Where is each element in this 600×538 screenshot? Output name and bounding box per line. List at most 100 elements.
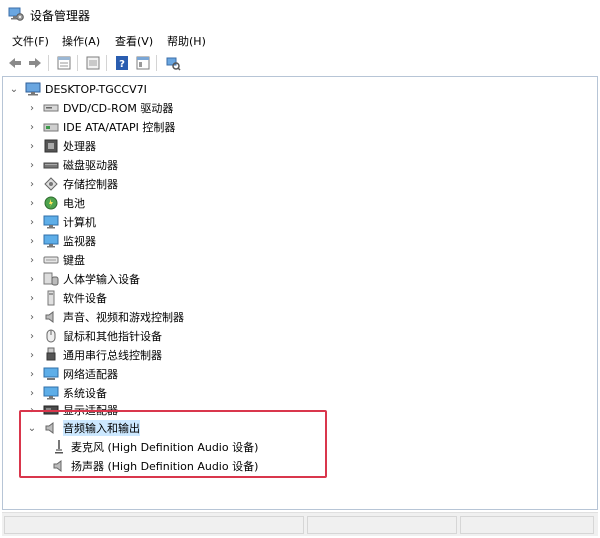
- tree-item-label: 网络适配器: [63, 368, 118, 381]
- software-device-icon: [43, 290, 59, 306]
- status-bar: [2, 512, 598, 536]
- view-icon[interactable]: [134, 54, 152, 72]
- expand-chevron-icon[interactable]: ›: [25, 120, 39, 134]
- svg-text:?: ?: [119, 59, 125, 70]
- status-segment: [4, 516, 304, 534]
- tree-item-label: 计算机: [63, 216, 96, 229]
- tree-item-network[interactable]: › 网络适配器: [25, 365, 118, 383]
- expand-chevron-icon[interactable]: ›: [25, 139, 39, 153]
- help-icon[interactable]: ?: [113, 54, 131, 72]
- usb-icon: [43, 347, 59, 363]
- tree-item-label: 软件设备: [63, 292, 107, 305]
- monitor-icon: [43, 214, 59, 230]
- menu-help[interactable]: 帮助(H): [165, 32, 208, 50]
- hid-icon: [43, 271, 59, 287]
- expand-chevron-icon[interactable]: ›: [25, 177, 39, 191]
- tree-item-disk[interactable]: › 磁盘驱动器: [25, 156, 118, 174]
- tree-item-label: 显示适配器: [63, 404, 118, 417]
- tree-item-usb[interactable]: › 通用串行总线控制器: [25, 346, 162, 364]
- tree-item-label: 扬声器 (High Definition Audio 设备): [71, 460, 259, 473]
- menu-bar: 文件(F) 操作(A) 查看(V) 帮助(H): [0, 30, 600, 50]
- disk-drive-icon: [43, 157, 59, 173]
- tree-item-label: 通用串行总线控制器: [63, 349, 162, 362]
- display-adapter-icon: [43, 402, 59, 418]
- tree-item-label: DVD/CD-ROM 驱动器: [63, 102, 174, 115]
- toolbar-separator: [77, 55, 78, 71]
- battery-icon: [43, 195, 59, 211]
- tree-item-monitor[interactable]: › 监视器: [25, 232, 96, 250]
- storage-controller-icon: [43, 176, 59, 192]
- expand-chevron-icon[interactable]: ›: [25, 386, 39, 400]
- expand-chevron-icon[interactable]: ›: [25, 234, 39, 248]
- properties-icon[interactable]: [55, 54, 73, 72]
- monitor-icon: [43, 233, 59, 249]
- network-adapter-icon: [43, 366, 59, 382]
- expand-chevron-icon[interactable]: ›: [25, 403, 39, 417]
- update-icon[interactable]: [84, 54, 102, 72]
- title-bar[interactable]: 设备管理器: [0, 0, 600, 30]
- collapse-chevron-icon[interactable]: ⌄: [7, 82, 21, 96]
- device-manager-app-icon: [8, 6, 24, 22]
- forward-icon[interactable]: [26, 54, 44, 72]
- expand-chevron-icon[interactable]: ›: [25, 367, 39, 381]
- tree-item-computer[interactable]: › 计算机: [25, 213, 96, 231]
- menu-view[interactable]: 查看(V): [113, 32, 155, 50]
- tree-item-label: 音频输入和输出: [63, 420, 140, 436]
- tree-item-speaker[interactable]: 扬声器 (High Definition Audio 设备): [47, 457, 258, 475]
- tree-item-system[interactable]: › 系统设备: [25, 384, 107, 402]
- expand-chevron-icon[interactable]: ›: [25, 101, 39, 115]
- expand-chevron-icon[interactable]: ›: [25, 310, 39, 324]
- back-icon[interactable]: [6, 54, 24, 72]
- keyboard-icon: [43, 252, 59, 268]
- tree-item-audio-io[interactable]: ⌄ 音频输入和输出: [25, 419, 140, 437]
- expand-chevron-icon[interactable]: ›: [25, 158, 39, 172]
- tree-item-hid[interactable]: › 人体学输入设备: [25, 270, 140, 288]
- ide-controller-icon: [43, 119, 59, 135]
- tree-item-display[interactable]: › 显示适配器: [25, 401, 118, 419]
- status-segment: [460, 516, 594, 534]
- tree-item-label: 电池: [63, 197, 85, 210]
- tree-item-battery[interactable]: › 电池: [25, 194, 85, 212]
- tree-item-software[interactable]: › 软件设备: [25, 289, 107, 307]
- expand-chevron-icon[interactable]: ›: [25, 196, 39, 210]
- tree-item-processor[interactable]: › 处理器: [25, 137, 96, 155]
- menu-action[interactable]: 操作(A): [60, 32, 102, 50]
- menu-file[interactable]: 文件(F): [10, 32, 51, 50]
- tree-item-ide[interactable]: › IDE ATA/ATAPI 控制器: [25, 118, 175, 136]
- tree-item-microphone[interactable]: 麦克风 (High Definition Audio 设备): [47, 438, 258, 456]
- expand-chevron-icon[interactable]: ›: [25, 329, 39, 343]
- expand-chevron-icon[interactable]: ›: [25, 215, 39, 229]
- expand-chevron-icon[interactable]: ›: [25, 272, 39, 286]
- toolbar-separator: [48, 55, 49, 71]
- speaker-icon: [51, 458, 67, 474]
- mouse-icon: [43, 328, 59, 344]
- tree-item-label: 鼠标和其他指针设备: [63, 330, 162, 343]
- tree-item-label: 磁盘驱动器: [63, 159, 118, 172]
- tree-root-computer[interactable]: ⌄ DESKTOP-TGCCV7I: [7, 80, 147, 98]
- dvd-drive-icon: [43, 100, 59, 116]
- tree-item-dvd[interactable]: › DVD/CD-ROM 驱动器: [25, 99, 173, 117]
- tree-item-mouse[interactable]: › 鼠标和其他指针设备: [25, 327, 162, 345]
- computer-icon: [25, 81, 41, 97]
- expand-chevron-icon[interactable]: ›: [25, 253, 39, 267]
- tree-item-storage[interactable]: › 存储控制器: [25, 175, 118, 193]
- tree-item-keyboard[interactable]: › 键盘: [25, 251, 85, 269]
- tree-item-label: IDE ATA/ATAPI 控制器: [63, 121, 176, 134]
- expand-chevron-icon[interactable]: ›: [25, 348, 39, 362]
- tree-item-label: 麦克风 (High Definition Audio 设备): [71, 441, 259, 454]
- tree-root-label: DESKTOP-TGCCV7I: [45, 82, 147, 96]
- toolbar-separator: [106, 55, 107, 71]
- device-tree[interactable]: ⌄ DESKTOP-TGCCV7I › DVD/CD-ROM 驱动器 › IDE…: [2, 76, 598, 510]
- tree-item-label: 处理器: [63, 140, 96, 153]
- tree-item-label: 系统设备: [63, 387, 107, 400]
- toolbar: ?: [0, 51, 600, 75]
- tree-item-label: 键盘: [63, 254, 85, 267]
- collapse-chevron-icon[interactable]: ⌄: [25, 421, 39, 435]
- expand-chevron-icon[interactable]: ›: [25, 291, 39, 305]
- microphone-icon: [51, 439, 67, 455]
- monitor-icon: [43, 385, 59, 401]
- scan-icon[interactable]: [164, 54, 182, 72]
- device-manager-window: 设备管理器 文件(F) 操作(A) 查看(V) 帮助(H) ? ⌄ DESKTO…: [0, 0, 600, 538]
- speaker-icon: [43, 420, 59, 436]
- tree-item-sound[interactable]: › 声音、视频和游戏控制器: [25, 308, 184, 326]
